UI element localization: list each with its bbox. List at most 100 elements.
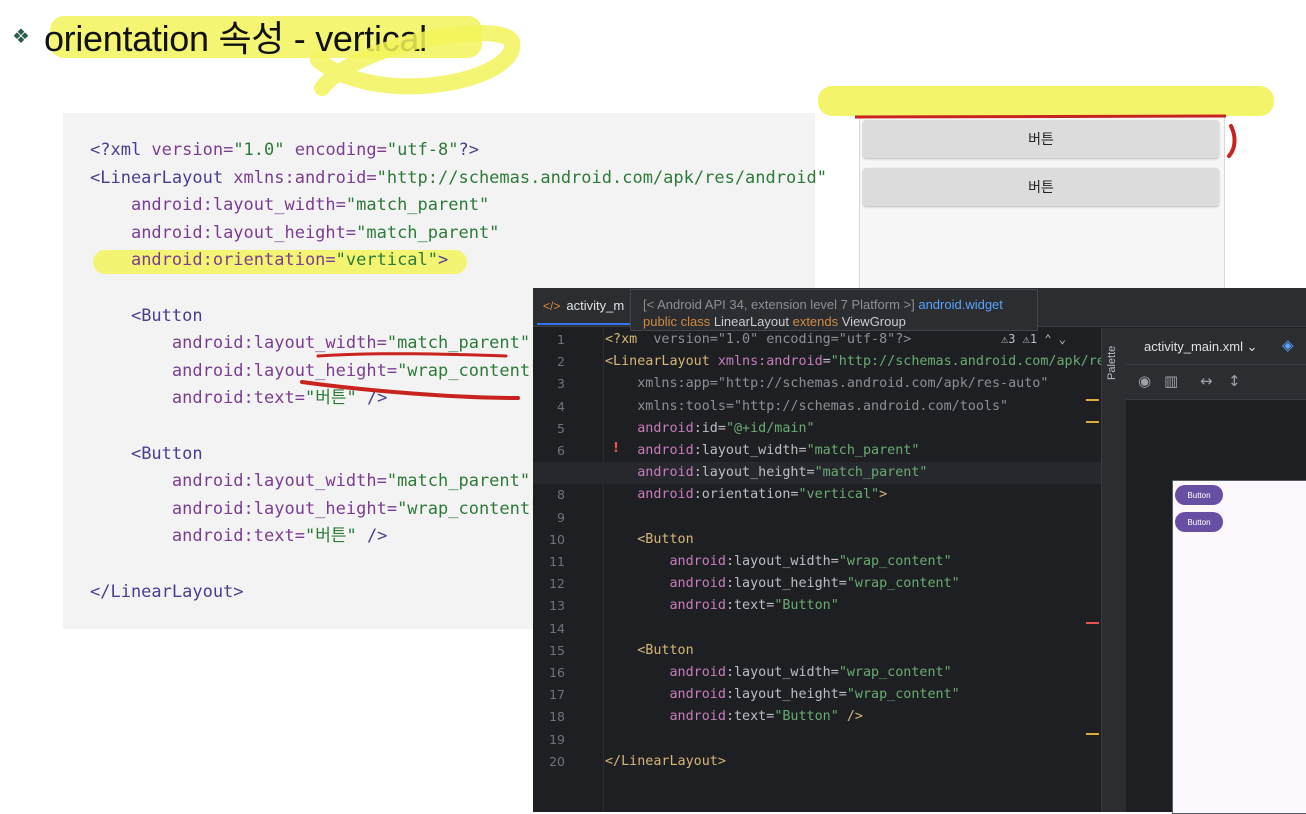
editor-line[interactable]: android:layout_width="wrap_content"	[605, 662, 952, 684]
palette-label[interactable]: Palette	[1106, 346, 1118, 380]
code-token: "wrap_content"	[846, 687, 960, 703]
code-token: android:orientation=	[130, 250, 336, 271]
line-number: 20	[549, 753, 565, 769]
code-token: android	[669, 598, 726, 614]
editor-line[interactable]: android:id="@+id/main"	[605, 418, 815, 440]
inspection-widget[interactable]: ⚠3 ⚠1 ⌃ ⌄	[1001, 332, 1066, 346]
code-token: >	[438, 250, 449, 271]
warning-marker[interactable]	[1086, 733, 1099, 735]
code-token: xmlns:android	[717, 354, 823, 370]
code-token: "match_parent"	[345, 195, 490, 216]
line-number: 9	[557, 509, 565, 525]
editor-line[interactable]: <Button	[605, 640, 693, 662]
code-token: <LinearLayout	[90, 167, 234, 188]
layers-icon[interactable]: ◈	[1282, 336, 1294, 354]
editor-line[interactable]: android:layout_height="match_parent"	[605, 462, 928, 484]
editor-line[interactable]: android:layout_height="wrap_content"	[605, 573, 960, 595]
warning-marker[interactable]	[1086, 399, 1099, 401]
active-tab-indicator	[537, 323, 633, 325]
line-number: 11	[549, 554, 565, 569]
code-token: "wrap_content"	[838, 554, 952, 569]
line-number: 6	[557, 443, 565, 458]
eye-icon[interactable]: ◉	[1138, 372, 1151, 390]
editor-line[interactable]: </LinearLayout>	[605, 751, 726, 773]
code-token: android:layout_height=	[171, 498, 398, 519]
canvas-button[interactable]: Button	[1175, 512, 1223, 532]
code-token: "wrap_content"	[838, 665, 952, 680]
code-token: </LinearLayout>	[605, 753, 726, 769]
editor-line[interactable]: android:layout_height="wrap_content"	[605, 684, 960, 706]
code-token: android:layout_height=	[130, 222, 357, 243]
line-number: 18	[549, 709, 565, 725]
tooltip-package-link[interactable]: android.widget	[918, 297, 1003, 312]
editor-line[interactable]: android:layout_width="match_parent"	[605, 440, 919, 462]
editor-line[interactable]: <LinearLayout xmlns:android="http://sche…	[605, 351, 1113, 373]
code-token: "@+id/main"	[725, 420, 815, 436]
columns-icon[interactable]: ▥	[1164, 372, 1178, 390]
code-token: />	[838, 709, 863, 725]
line-number: 12	[549, 576, 565, 592]
code-token: android:layout_height=	[171, 360, 398, 381]
tab-label: activity_m	[566, 298, 625, 313]
horizontal-resize-icon[interactable]: ↔	[1200, 372, 1213, 390]
editor-line[interactable]: android:text="Button"	[605, 595, 839, 617]
editor-line[interactable]: android:layout_width="wrap_content"	[605, 551, 952, 573]
code-token: android	[637, 443, 694, 458]
code-token: >	[879, 487, 888, 503]
tooltip-extends: extends	[792, 314, 842, 329]
editor-line[interactable]: <?xm version="1.0" encoding="utf-8"?>	[605, 329, 911, 351]
device-canvas[interactable]: Button Button	[1172, 480, 1306, 814]
tab-activity-main[interactable]: </> activity_m	[543, 298, 624, 313]
code-token: encoding=	[284, 140, 387, 160]
line-number: 2	[557, 354, 565, 370]
tooltip-keyword: public class	[643, 314, 714, 329]
code-token: android	[637, 420, 694, 436]
code-token: version=	[151, 140, 234, 160]
error-marker[interactable]	[1086, 622, 1099, 624]
editor-line[interactable]: android:text="Button" />	[605, 706, 864, 728]
code-line: android:layout_height="match_parent"	[90, 220, 827, 248]
editor-line[interactable]: xmlns:tools="http://schemas.android.com/…	[605, 396, 1008, 418]
code-token: android	[669, 687, 726, 703]
editor-line[interactable]: xmlns:app="http://schemas.android.com/ap…	[605, 373, 1048, 395]
code-token: android	[637, 465, 694, 481]
code-token: android	[669, 554, 726, 569]
design-file-selector[interactable]: activity_main.xml ⌄	[1144, 339, 1257, 355]
warning-marker[interactable]	[1086, 421, 1099, 423]
code-token: =	[822, 354, 831, 370]
code-token: "match_parent"	[386, 333, 531, 354]
code-token: xmlns:tools="http://schemas.android.com/…	[637, 398, 1009, 414]
code-token: "Button"	[774, 709, 839, 725]
preview-button[interactable]: 버튼	[863, 120, 1219, 158]
code-token: :text=	[725, 709, 775, 725]
code-token: "1.0"	[233, 140, 285, 160]
quick-doc-tooltip: [< Android API 34, extension level 7 Pla…	[630, 289, 1038, 331]
line-number: 15	[549, 642, 565, 658]
canvas-button[interactable]: Button	[1175, 485, 1223, 505]
palette-sidebar[interactable]: Palette	[1101, 328, 1127, 812]
code-line: android:orientation="vertical">	[90, 247, 827, 275]
editor-line[interactable]: android:orientation="vertical">	[605, 484, 887, 506]
code-token: "match_parent"	[814, 465, 928, 481]
line-number: 14	[549, 620, 565, 636]
vertical-resize-icon[interactable]: ↕	[1228, 372, 1241, 390]
line-number: 17	[549, 687, 565, 703]
preview-button[interactable]: 버튼	[863, 168, 1219, 206]
line-number: 8	[557, 487, 565, 503]
code-token: xmlns:android=	[233, 167, 377, 188]
editor-line[interactable]: <Button	[605, 529, 693, 551]
code-token: "match_parent"	[806, 443, 920, 458]
